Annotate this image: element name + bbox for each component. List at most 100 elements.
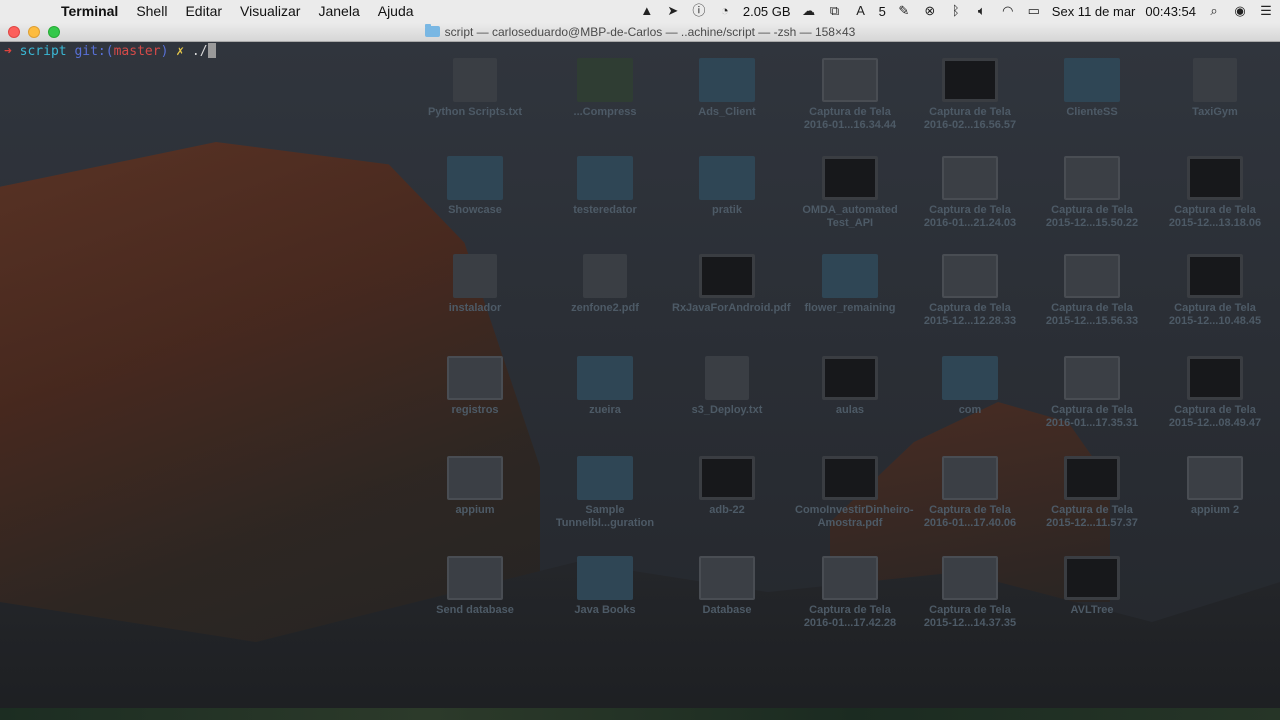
memory-usage[interactable]: 2.05 GB [743, 4, 791, 19]
desktop-icon[interactable]: Ads_Client [672, 58, 782, 119]
desktop-icon[interactable]: zueira [550, 356, 660, 417]
siri-icon[interactable]: ◉ [1232, 3, 1248, 19]
google-drive-icon[interactable]: ▲ [639, 3, 655, 19]
desktop-icon[interactable]: s3_Deploy.txt [672, 356, 782, 417]
volume-icon[interactable]: 🔈︎ [974, 3, 990, 19]
desktop-icon-label: ClienteSS [1066, 106, 1118, 118]
window-title-group: script — carloseduardo@MBP-de-Carlos — .… [0, 22, 1280, 41]
desktop-icon[interactable]: ComoInvestirDinheiro-Amostra.pdf [795, 456, 914, 530]
desktop-icon-label: Captura de Tela 2015-12...11.57.37 [1046, 504, 1138, 529]
desktop-icon[interactable]: zenfone2.pdf [550, 254, 660, 315]
document-icon [583, 254, 627, 298]
desktop-icon[interactable]: aulas [795, 356, 905, 417]
desktop-icon[interactable]: Database [672, 556, 782, 617]
prompt-git-label: git: [74, 44, 106, 59]
desktop-icon[interactable]: Captura de Tela 2016-01...17.40.06 [915, 456, 1025, 530]
desktop-icon-label: Java Books [574, 604, 636, 616]
desktop-icon[interactable]: Captura de Tela 2016-01...21.24.03 [915, 156, 1025, 230]
menu-janela[interactable]: Janela [309, 0, 368, 22]
desktop-icon[interactable]: registros [420, 356, 530, 417]
desktop-icon[interactable]: Captura de Tela 2016-01...17.35.31 [1037, 356, 1147, 430]
folder-icon [447, 156, 503, 200]
desktop-icon[interactable]: RxJavaForAndroid.pdf [672, 254, 791, 315]
desktop-icon[interactable]: testeredator [550, 156, 660, 217]
desktop-icon[interactable]: Captura de Tela 2016-01...17.42.28 [795, 556, 905, 630]
desktop-icon-label: adb-22 [709, 504, 745, 516]
command-input[interactable]: ./ [192, 44, 208, 59]
notification-count[interactable]: 5 [879, 4, 886, 19]
adobe-icon[interactable]: A [853, 3, 869, 19]
desktop-icon[interactable]: pratik [672, 156, 782, 217]
desktop-icon[interactable]: Showcase [420, 156, 530, 217]
folder-icon [577, 356, 633, 400]
status-area: ▲ ➤ ⓘ ◔ 2.05 GB ☁ ⧉ A 5 ✎ ⊗ ᛒ 🔈︎ ◠ ▭ Sex… [639, 0, 1274, 22]
desktop-icon-label: Database [702, 604, 752, 616]
menu-editar[interactable]: Editar [176, 0, 231, 22]
cloud-icon[interactable]: ☁ [801, 3, 817, 19]
desktop-icon[interactable]: Captura de Tela 2015-12...11.57.37 [1037, 456, 1147, 530]
notification-center-icon[interactable]: ☰ [1258, 3, 1274, 19]
thumbnail-icon [822, 456, 878, 500]
desktop-icon-label: instalador [448, 302, 502, 314]
thumbnail-icon [942, 156, 998, 200]
menu-clock-time[interactable]: 00:43:54 [1145, 4, 1196, 19]
terminal-content[interactable]: Python Scripts.txt ...Compress Ads_Client C… [0, 42, 1280, 720]
desktop-icon[interactable]: appium 2 [1160, 456, 1270, 517]
window-titlebar[interactable]: script — carloseduardo@MBP-de-Carlos — .… [0, 22, 1280, 42]
prompt-branch-open: ( [105, 44, 114, 59]
desktop-icon[interactable]: AVLTree [1037, 556, 1147, 617]
desktop-icon[interactable]: Captura de Tela 2015-12...08.49.47 [1160, 356, 1270, 430]
battery-icon[interactable]: ▭ [1026, 3, 1042, 19]
desktop-icon[interactable]: Captura de Tela 2016-01...16.34.44 [795, 58, 905, 132]
menu-ajuda[interactable]: Ajuda [369, 0, 423, 22]
desktop-icon[interactable]: OMDA_automated Test_API [795, 156, 905, 230]
folder-icon [942, 356, 998, 400]
thumbnail-icon [447, 356, 503, 400]
spotlight-search-icon[interactable]: ⌕ [1206, 3, 1222, 19]
desktop-icon[interactable]: TaxiGym [1160, 58, 1270, 119]
desktop-icon[interactable]: Send database [420, 556, 530, 617]
menu-visualizar[interactable]: Visualizar [231, 0, 309, 22]
desktop-icon[interactable]: Captura de Tela 2015-12...14.37.35 [915, 556, 1025, 630]
desktop-icon[interactable]: appium [420, 456, 530, 517]
bluetooth-icon[interactable]: ᛒ [948, 3, 964, 19]
prompt-arrow: ➜ [4, 44, 12, 59]
memory-monitor-icon[interactable]: ◔ [717, 3, 733, 19]
wifi-icon[interactable]: ◠ [1000, 3, 1016, 19]
desktop-icon[interactable]: flower_remaining [795, 254, 905, 315]
desktop-icon[interactable]: Java Books [550, 556, 660, 617]
desktop-icon-label: ComoInvestirDinheiro-Amostra.pdf [795, 504, 914, 529]
desktop-icon[interactable]: Captura de Tela 2015-12...10.48.45 [1160, 254, 1270, 328]
thumbnail-icon [822, 356, 878, 400]
menu-app-terminal[interactable]: Terminal [52, 0, 127, 22]
thumbnail-icon [1064, 356, 1120, 400]
desktop-icon[interactable]: Python Scripts.txt [420, 58, 530, 119]
thumbnail-icon [1064, 156, 1120, 200]
time-machine-icon[interactable]: ⊗ [922, 3, 938, 19]
desktop-icon[interactable]: Captura de Tela 2015-12...13.18.06 [1160, 156, 1270, 230]
thumbnail-icon [1064, 556, 1120, 600]
telegram-icon[interactable]: ➤ [665, 3, 681, 19]
desktop-icon[interactable]: Captura de Tela 2015-12...15.50.22 [1037, 156, 1147, 230]
desktop-icon-label: Captura de Tela 2016-02...16.56.57 [923, 106, 1017, 131]
desktop-icon[interactable]: Sample Tunnelbl...guration [550, 456, 660, 530]
terminal-line[interactable]: ➜ script git:(master) ✗ ./ [4, 43, 216, 60]
desktop-icon[interactable]: Captura de Tela 2016-02...16.56.57 [915, 58, 1025, 132]
desktop-icon-label: s3_Deploy.txt [691, 404, 763, 416]
desktop-icon[interactable]: ClienteSS [1037, 58, 1147, 119]
folder-icon [577, 156, 633, 200]
menu-shell[interactable]: Shell [127, 0, 176, 22]
text-cursor [207, 43, 216, 58]
desktop-icon[interactable]: com [915, 356, 1025, 417]
desktop-icon-label: Sample Tunnelbl...guration [555, 504, 655, 529]
desktop-icon[interactable]: Captura de Tela 2015-12...12.28.33 [915, 254, 1025, 328]
desktop-icon[interactable]: ...Compress [550, 58, 660, 119]
screens-icon[interactable]: ⧉ [827, 3, 843, 19]
desktop-icon[interactable]: adb-22 [672, 456, 782, 517]
info-icon[interactable]: ⓘ [691, 3, 707, 19]
thumbnail-icon [822, 556, 878, 600]
desktop-icon[interactable]: instalador [420, 254, 530, 315]
desktop-icon[interactable]: Captura de Tela 2015-12...15.56.33 [1037, 254, 1147, 328]
evernote-icon[interactable]: ✎ [896, 3, 912, 19]
menu-clock-day[interactable]: Sex 11 de mar [1052, 4, 1136, 19]
